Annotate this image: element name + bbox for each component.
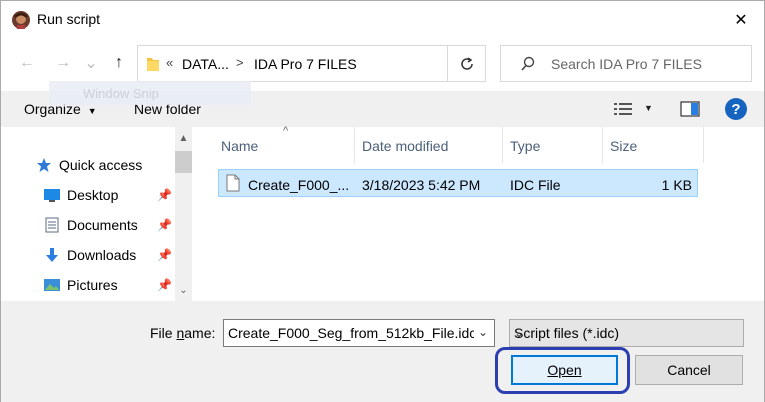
scrollbar-thumb[interactable] (175, 151, 192, 173)
arrow-up-icon: ↑ (115, 54, 123, 71)
view-options-icon[interactable] (614, 102, 632, 116)
file-type-filter[interactable]: Script files (*.idc) ⌄ (509, 319, 744, 347)
arrow-right-icon: → (55, 54, 71, 71)
window-title: Run script (37, 11, 101, 27)
sidebar-item-quick-access[interactable]: Quick access (35, 154, 142, 176)
scroll-up-icon[interactable]: ▲ (175, 130, 192, 147)
sidebar-item-desktop[interactable]: Desktop (43, 184, 118, 206)
navigation-scrollbar[interactable]: ▲ ⌄ (175, 127, 192, 301)
filename-dropdown-button[interactable]: ⌄ (474, 320, 494, 346)
documents-icon (45, 217, 59, 233)
sidebar-item-label: Desktop (67, 187, 119, 203)
back-button[interactable]: ← (13, 49, 41, 77)
sidebar-item-pictures[interactable]: Pictures (43, 274, 118, 296)
filename-label: File name: (150, 325, 216, 341)
filename-value: Create_F000_Seg_from_512kb_File.idc (228, 325, 477, 341)
table-row[interactable]: Create_F000_... 3/18/2023 5:42 PM IDC Fi… (218, 169, 698, 197)
title-bar: Run script ✕ (1, 1, 764, 39)
file-date: 3/18/2023 5:42 PM (362, 177, 481, 193)
search-icon (521, 56, 535, 71)
app-avatar-icon (12, 11, 30, 29)
column-header-size[interactable]: Size (610, 127, 704, 163)
breadcrumb-separator: > (236, 55, 244, 70)
forward-button[interactable]: → (49, 49, 77, 77)
star-icon (37, 158, 51, 172)
refresh-button[interactable] (447, 45, 486, 82)
breadcrumb-current[interactable]: IDA Pro 7 FILES (254, 56, 357, 72)
cancel-button[interactable]: Cancel (635, 355, 743, 385)
navigation-pane: Quick access Desktop Documents Downloads… (1, 127, 196, 301)
up-button[interactable]: ↑ (105, 49, 133, 77)
help-icon: ? (731, 100, 741, 118)
dialog-footer (1, 301, 764, 402)
annotation-highlight (495, 347, 630, 394)
search-box[interactable]: Search IDA Pro 7 FILES (500, 45, 752, 82)
pin-icon[interactable]: 📌 (157, 218, 172, 232)
help-button[interactable]: ? (725, 98, 747, 120)
column-header-name[interactable]: Name (221, 127, 355, 163)
scroll-down-icon[interactable]: ⌄ (175, 282, 192, 299)
folder-icon (147, 58, 159, 71)
run-script-dialog: Run script ✕ ← → ⌄ ↑ « DATA... > IDA Pro… (0, 0, 765, 402)
pin-icon[interactable]: 📌 (157, 248, 172, 262)
file-name: Create_F000_... (248, 177, 350, 193)
sidebar-item-label: Documents (67, 217, 138, 233)
filename-input[interactable]: Create_F000_Seg_from_512kb_File.idc ⌄ (223, 319, 495, 347)
file-type: IDC File (510, 177, 561, 193)
chevron-down-icon: ⌄ (84, 55, 98, 72)
sidebar-item-label: Pictures (67, 277, 118, 293)
pin-icon[interactable]: 📌 (157, 278, 172, 292)
breadcrumb-data[interactable]: DATA... (182, 56, 229, 72)
sidebar-item-label: Downloads (67, 247, 137, 263)
chevron-down-icon: ⌄ (478, 325, 489, 339)
chevron-down-icon: ⌄ (514, 326, 525, 340)
ghost-label: Window Snip (83, 86, 159, 101)
refresh-icon (461, 56, 473, 70)
pictures-icon (44, 279, 60, 291)
desktop-icon (44, 189, 60, 202)
address-bar[interactable]: « DATA... > IDA Pro 7 FILES (137, 45, 486, 82)
column-header-date[interactable]: Date modified (362, 127, 503, 163)
view-dropdown-icon[interactable]: ▼ (644, 103, 653, 113)
sidebar-item-downloads[interactable]: Downloads (43, 244, 136, 266)
search-placeholder: Search IDA Pro 7 FILES (551, 56, 702, 72)
pin-icon[interactable]: 📌 (157, 188, 172, 202)
breadcrumb-overflow[interactable]: « (166, 55, 173, 70)
recent-locations-button[interactable]: ⌄ (81, 49, 101, 77)
preview-pane-icon[interactable] (680, 101, 700, 117)
caret-down-icon: ▼ (87, 106, 97, 116)
file-icon (226, 174, 240, 192)
column-header-type[interactable]: Type (510, 127, 603, 163)
file-list: ^ Name Date modified Type Size Create_F0… (197, 125, 764, 301)
sidebar-item-label: Quick access (59, 157, 143, 173)
downloads-icon (46, 248, 58, 262)
sidebar-item-documents[interactable]: Documents (43, 214, 138, 236)
close-button[interactable]: ✕ (718, 1, 764, 39)
file-size: 1 KB (661, 177, 692, 193)
window-snip-ghost: Window Snip (49, 81, 251, 105)
arrow-left-icon: ← (19, 54, 35, 71)
close-icon: ✕ (734, 12, 748, 29)
